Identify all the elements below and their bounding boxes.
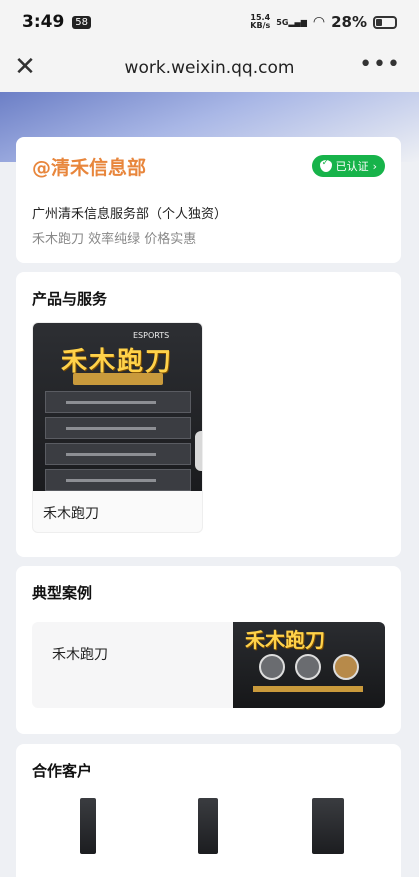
poster-row	[45, 391, 191, 413]
verified-badge[interactable]: 已认证 ›	[311, 155, 385, 177]
product-image: ESPORTS 禾木跑刀	[33, 323, 202, 491]
clients-section: 合作客户	[16, 744, 401, 877]
case-image: 禾木跑刀	[233, 622, 385, 708]
shield-check-icon	[319, 158, 332, 172]
section-title: 合作客户	[32, 762, 93, 780]
battery-icon	[373, 15, 397, 29]
section-title: 产品与服务	[32, 290, 108, 308]
case-title-art: 禾木跑刀	[245, 628, 325, 652]
browser-nav-bar: ✕ work.weixin.qq.com •••	[0, 44, 419, 92]
signal-icon: 5G▂▄▆	[276, 17, 307, 27]
close-icon[interactable]: ✕	[12, 54, 38, 82]
company-full-name: 广州清禾信息服务部（个人独资）	[32, 207, 228, 222]
poster-row	[45, 443, 191, 465]
more-icon[interactable]: •••	[359, 52, 401, 77]
client-thumbnail[interactable]	[80, 798, 96, 854]
company-card: @清禾信息部 已认证 › 广州清禾信息服务部（个人独资） 禾木跑刀 效率纯绿 价…	[16, 137, 401, 263]
wifi-icon: ◠	[312, 14, 326, 30]
scroll-handle[interactable]	[195, 431, 202, 471]
products-section: 产品与服务 ESPORTS 禾木跑刀 禾木跑刀	[16, 272, 401, 557]
signal-label: 5G	[276, 17, 289, 27]
page-url: work.weixin.qq.com	[124, 58, 295, 78]
network-speed-unit: KB/s	[250, 21, 271, 30]
case-avatar	[259, 654, 285, 680]
notification-badge: 58	[72, 15, 92, 29]
case-item[interactable]: 禾木跑刀 禾木跑刀	[32, 622, 385, 708]
verified-label: 已认证	[335, 160, 369, 173]
product-item[interactable]: ESPORTS 禾木跑刀 禾木跑刀	[32, 322, 203, 533]
poster-logo: ESPORTS	[133, 331, 170, 340]
case-strip	[253, 686, 363, 692]
poster-banner	[73, 373, 163, 385]
case-avatar	[333, 654, 359, 680]
status-indicators: 15.4 KB/s 5G▂▄▆ ◠ 28%	[250, 13, 397, 31]
chevron-right-icon: ›	[372, 159, 377, 173]
network-speed: 15.4 KB/s	[250, 14, 270, 30]
case-avatar	[295, 654, 321, 680]
company-tags: 禾木跑刀 效率纯绿 价格实惠	[32, 232, 197, 247]
poster-row	[45, 417, 191, 439]
case-label: 禾木跑刀	[52, 647, 108, 663]
status-time: 3:49	[22, 12, 65, 32]
client-thumbnail[interactable]	[312, 798, 344, 854]
status-bar: 3:49 58 15.4 KB/s 5G▂▄▆ ◠ 28%	[0, 0, 419, 44]
cases-section: 典型案例 禾木跑刀 禾木跑刀	[16, 566, 401, 734]
section-title: 典型案例	[32, 584, 93, 602]
product-label: 禾木跑刀	[43, 506, 99, 522]
client-thumbnail[interactable]	[198, 798, 218, 854]
battery-percent: 28%	[331, 13, 367, 31]
poster-row	[45, 469, 191, 491]
